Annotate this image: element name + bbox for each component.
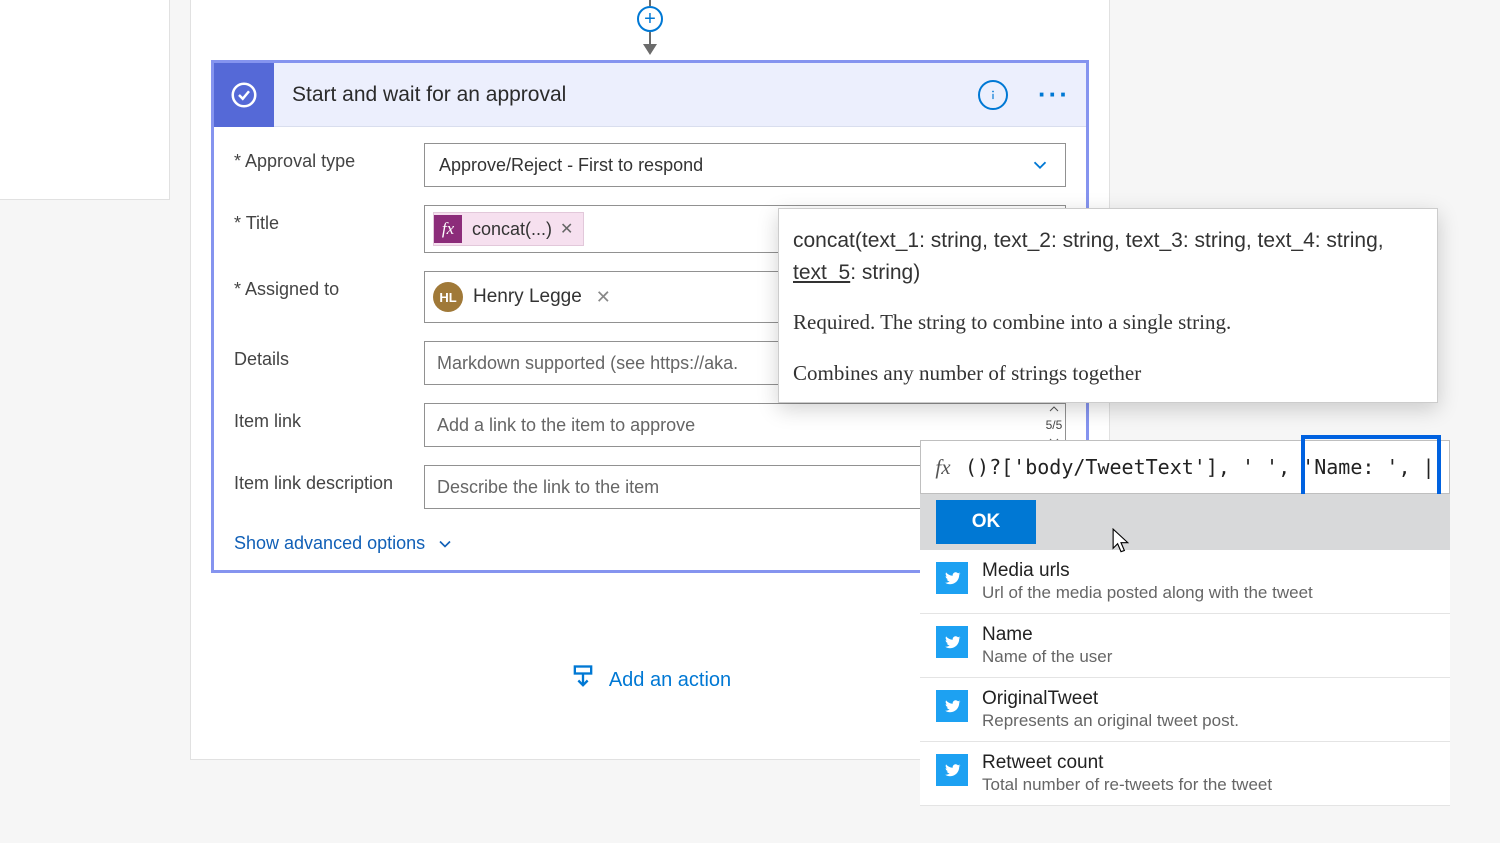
- expression-text: ()?['body/TweetText'], ' ', 'Name: ', |: [965, 455, 1449, 479]
- details-label: Details: [234, 341, 424, 370]
- chevron-up-icon: [1049, 406, 1059, 413]
- twitter-icon: [936, 690, 968, 722]
- ok-button[interactable]: OK: [936, 500, 1036, 544]
- approval-icon: [214, 63, 274, 127]
- token-remove-icon[interactable]: ✕: [560, 219, 573, 239]
- dynamic-item-original-tweet[interactable]: OriginalTweetRepresents an original twee…: [920, 678, 1450, 742]
- dynamic-item-title: OriginalTweet: [982, 688, 1239, 710]
- person-remove-icon[interactable]: ✕: [596, 287, 611, 308]
- expression-panel: fx ()?['body/TweetText'], ' ', 'Name: ',…: [920, 440, 1450, 806]
- approval-type-value: Approve/Reject - First to respond: [439, 155, 1029, 176]
- person-token[interactable]: HL Henry Legge ✕: [433, 278, 621, 316]
- dynamic-item-title: Retweet count: [982, 752, 1272, 774]
- token-label: concat(...): [472, 219, 552, 240]
- stepper-count: 5/5: [1046, 418, 1063, 432]
- approval-type-select[interactable]: Approve/Reject - First to respond: [424, 143, 1066, 187]
- approval-type-label: * Approval type: [234, 143, 424, 172]
- dynamic-item-media-urls[interactable]: Media urlsUrl of the media posted along …: [920, 550, 1450, 614]
- tooltip-summary: Combines any number of strings together: [793, 361, 1423, 386]
- add-action-icon: [569, 663, 597, 697]
- item-link-label: Item link: [234, 403, 424, 432]
- dynamic-item-desc: Total number of re-tweets for the tweet: [982, 775, 1272, 795]
- dynamic-item-desc: Represents an original tweet post.: [982, 711, 1239, 731]
- arrow-down-icon: [643, 44, 657, 55]
- dynamic-item-desc: Url of the media posted along with the t…: [982, 583, 1313, 603]
- expression-input[interactable]: fx ()?['body/TweetText'], ' ', 'Name: ',…: [920, 440, 1450, 494]
- fx-icon: fx: [434, 215, 462, 243]
- dynamic-content-list: Media urlsUrl of the media posted along …: [920, 550, 1450, 806]
- chevron-down-icon: [1029, 154, 1051, 176]
- twitter-icon: [936, 626, 968, 658]
- dynamic-item-desc: Name of the user: [982, 647, 1112, 667]
- person-name: Henry Legge: [473, 286, 582, 308]
- function-tooltip: concat(text_1: string, text_2: string, t…: [778, 208, 1438, 403]
- info-icon[interactable]: [978, 80, 1008, 110]
- expression-action-bar: OK: [920, 494, 1450, 550]
- title-label: * Title: [234, 205, 424, 234]
- avatar: HL: [433, 282, 463, 312]
- add-action-label: Add an action: [609, 669, 731, 692]
- card-title: Start and wait for an approval: [274, 83, 978, 107]
- tooltip-signature: concat(text_1: string, text_2: string, t…: [793, 225, 1423, 288]
- chevron-down-icon: [435, 534, 455, 554]
- dynamic-item-title: Media urls: [982, 560, 1313, 582]
- card-menu-button[interactable]: ···: [1022, 79, 1086, 110]
- add-step-button[interactable]: +: [637, 6, 663, 32]
- tooltip-required: Required. The string to combine into a s…: [793, 310, 1423, 335]
- expression-token[interactable]: fx concat(...) ✕: [433, 212, 584, 246]
- item-link-desc-label: Item link description: [234, 465, 424, 494]
- row-approval-type: * Approval type Approve/Reject - First t…: [234, 143, 1066, 187]
- card-header[interactable]: Start and wait for an approval ···: [214, 63, 1086, 127]
- advanced-options-label: Show advanced options: [234, 533, 425, 554]
- dynamic-item-title: Name: [982, 624, 1112, 646]
- fx-icon: fx: [921, 455, 965, 480]
- twitter-icon: [936, 562, 968, 594]
- twitter-icon: [936, 754, 968, 786]
- dynamic-item-retweet-count[interactable]: Retweet countTotal number of re-tweets f…: [920, 742, 1450, 806]
- assigned-to-label: * Assigned to: [234, 271, 424, 300]
- dynamic-item-name[interactable]: NameName of the user: [920, 614, 1450, 678]
- canvas-left-panel: [0, 0, 170, 200]
- connector: +: [191, 0, 1109, 60]
